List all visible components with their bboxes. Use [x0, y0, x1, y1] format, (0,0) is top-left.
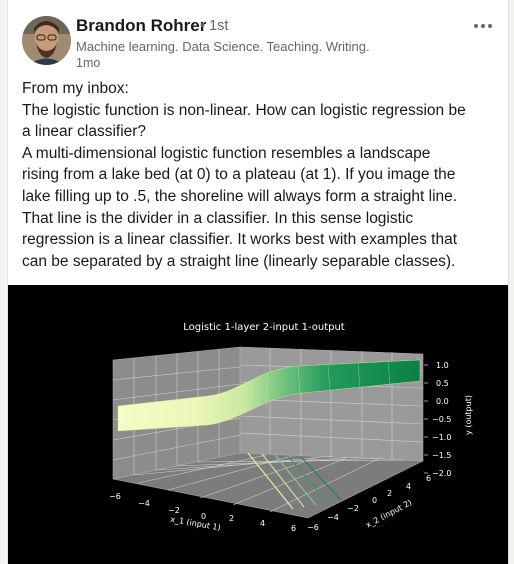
y-tick-label: 0.0 [436, 397, 449, 406]
x1-tick-label: 6 [291, 524, 296, 533]
post-text-line: regression is a linear classifier. It wo… [22, 231, 458, 249]
author-avatar[interactable] [22, 16, 71, 65]
post-text-line: can be separated by a straight line (lin… [22, 252, 456, 270]
y-tick-label: −2.0 [432, 469, 451, 478]
author-headline: Machine learning. Data Science. Teaching… [76, 39, 370, 54]
y-tick-label: 0.5 [436, 379, 449, 388]
y-tick-label: 1.0 [436, 361, 449, 370]
x1-tick-label: −6 [109, 492, 121, 501]
y-tick-label: −1.5 [432, 451, 451, 460]
x2-tick-label: −6 [307, 523, 319, 532]
x1-axis-label: x_1 (input 1) [170, 515, 222, 533]
y-tick-marks [424, 364, 428, 474]
x1-tick-label: −2 [168, 506, 180, 515]
post-image[interactable]: Logistic 1-layer 2-input 1-output 1.0 0.… [8, 285, 508, 564]
post-timestamp: 1mo [76, 56, 101, 70]
post-text-line: lake filling up to .5, the shoreline wil… [22, 187, 458, 205]
surface-plot: Logistic 1-layer 2-input 1-output 1.0 0.… [109, 322, 473, 533]
x2-tick-label: −2 [347, 504, 359, 513]
post-text: From my inbox: The logistic function is … [22, 78, 504, 272]
x2-tick-label: 2 [387, 489, 392, 498]
x2-tick-label: 4 [406, 482, 411, 491]
y-tick-label: −1.0 [432, 433, 451, 442]
y-axis-label: y (output) [464, 395, 473, 435]
x1-tick-label: 2 [229, 514, 234, 523]
author-name[interactable]: Brandon Rohrer [76, 16, 206, 36]
post-text-line: From my inbox: [22, 80, 129, 97]
connection-degree: • 1st [200, 18, 229, 34]
x1-tick-label: −4 [138, 499, 150, 508]
plot-title: Logistic 1-layer 2-input 1-output [183, 322, 345, 333]
post-text-line: a linear classifier? [22, 123, 147, 141]
ellipsis-icon [474, 24, 492, 28]
post-text-line: That line is the divider in a classifier… [22, 209, 414, 227]
x2-tick-label: 0 [372, 496, 377, 505]
x2-tick-label: −4 [327, 513, 339, 522]
y-axis-ticks: 1.0 0.5 0.0 −0.5 −1.0 −1.5 −2.0 [432, 361, 451, 478]
avatar-image [22, 16, 71, 65]
post-text-line: The logistic function is non-linear. How… [22, 101, 466, 119]
x1-tick-label: 4 [260, 519, 265, 528]
post-text-line: rising from a lake bed (at 0) to a plate… [22, 166, 456, 184]
y-tick-label: −0.5 [432, 415, 451, 424]
x2-tick-label: 6 [426, 474, 431, 483]
post-text-line: A multi-dimensional logistic function re… [22, 144, 431, 162]
more-options-button[interactable] [468, 18, 498, 34]
post-card: Brandon Rohrer • 1st Machine learning. D… [7, 0, 509, 564]
